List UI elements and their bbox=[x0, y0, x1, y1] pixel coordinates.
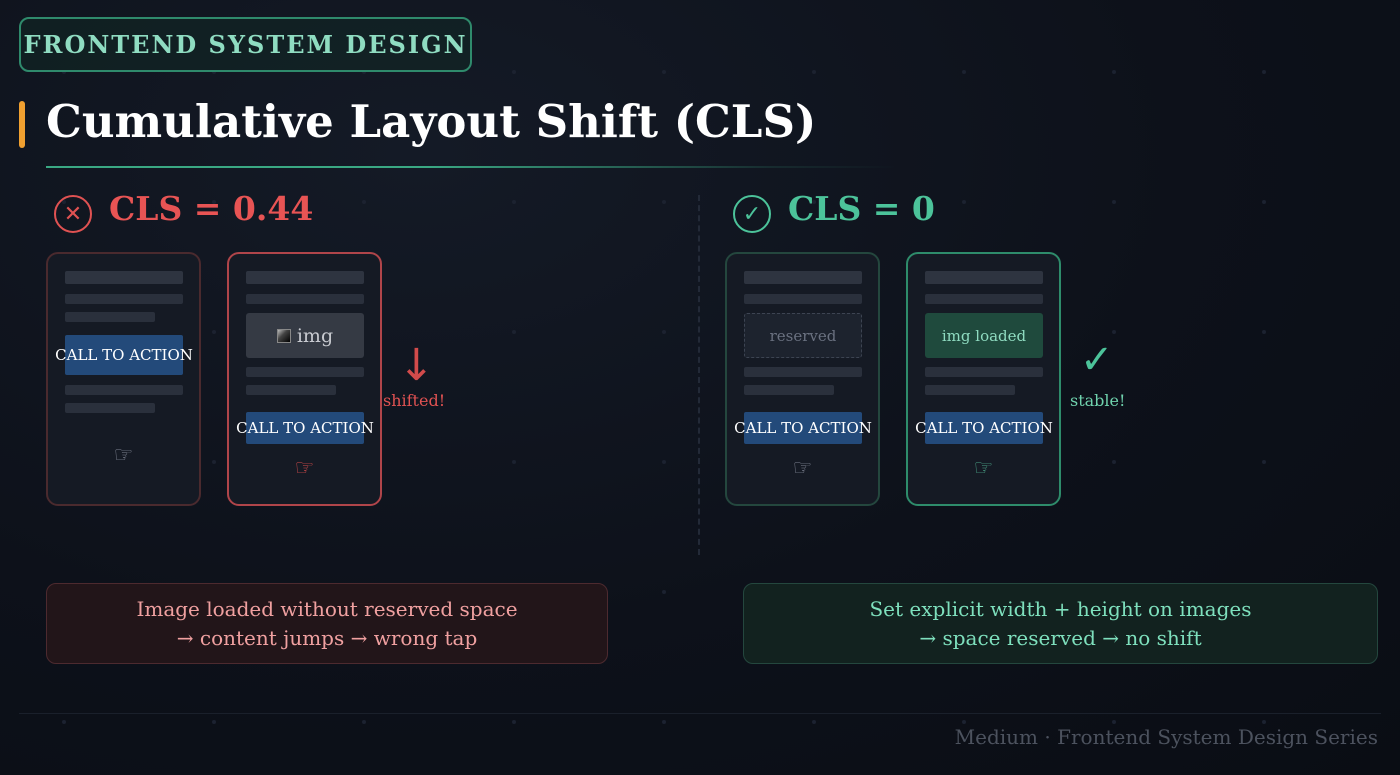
cta-label: CALL TO ACTION bbox=[734, 419, 872, 437]
title-underline bbox=[46, 166, 896, 168]
skeleton-line bbox=[246, 385, 336, 395]
background-dot bbox=[1262, 70, 1266, 74]
phone-reserved-space: reserved CALL TO ACTION ☞ bbox=[725, 252, 880, 506]
background-dot bbox=[1262, 330, 1266, 334]
loaded-label: img loaded bbox=[941, 326, 1027, 345]
bad-cls-heading: CLS = 0.44 bbox=[109, 189, 314, 228]
cta-label: CALL TO ACTION bbox=[236, 419, 374, 437]
background-dot bbox=[362, 720, 366, 724]
bad-summary-box: Image loaded without reserved space → co… bbox=[46, 583, 608, 664]
arrow-down-icon: ↓ bbox=[398, 340, 435, 391]
phone-image-loaded: img loaded CALL TO ACTION ☞ bbox=[906, 252, 1061, 506]
image-label: img bbox=[296, 324, 334, 347]
good-summary-box: Set explicit width + height on images → … bbox=[743, 583, 1378, 664]
skeleton-line bbox=[65, 385, 183, 395]
background-dot bbox=[662, 200, 666, 204]
background-dot bbox=[662, 70, 666, 74]
skeleton-line bbox=[925, 385, 1015, 395]
background-dot bbox=[962, 720, 966, 724]
series-tag: FRONTEND SYSTEM DESIGN bbox=[19, 17, 472, 72]
skeleton-line bbox=[65, 294, 183, 304]
skeleton-line bbox=[744, 294, 862, 304]
section-divider bbox=[698, 195, 700, 555]
check-icon: ✓ bbox=[1080, 337, 1114, 383]
background-dot bbox=[212, 460, 216, 464]
background-dot bbox=[1112, 460, 1116, 464]
stable-note: stable! bbox=[1070, 391, 1126, 410]
check-circle-icon: ✓ bbox=[733, 195, 771, 233]
cta-button[interactable]: CALL TO ACTION bbox=[55, 335, 193, 375]
background-dot bbox=[662, 330, 666, 334]
title-accent-bar bbox=[19, 101, 25, 148]
skeleton-line bbox=[925, 367, 1043, 377]
background-dot bbox=[1112, 70, 1116, 74]
skeleton-line bbox=[744, 385, 834, 395]
phone-after-load-shifted: img CALL TO ACTION ☞ bbox=[227, 252, 382, 506]
background-dot bbox=[512, 720, 516, 724]
background-dot bbox=[962, 200, 966, 204]
skeleton-heading bbox=[744, 271, 862, 284]
background-dot bbox=[212, 720, 216, 724]
pointing-hand-icon: ☞ bbox=[792, 456, 813, 481]
loaded-image-placeholder: img bbox=[246, 313, 364, 358]
reserved-image-slot: reserved bbox=[744, 313, 862, 358]
cta-label: CALL TO ACTION bbox=[55, 346, 193, 364]
background-dot bbox=[1262, 720, 1266, 724]
page-title: Cumulative Layout Shift (CLS) bbox=[46, 95, 817, 148]
background-dot bbox=[512, 330, 516, 334]
background-dot bbox=[662, 460, 666, 464]
series-tag-label: FRONTEND SYSTEM DESIGN bbox=[23, 30, 468, 59]
pointing-hand-icon: ☞ bbox=[294, 456, 315, 481]
background-dot bbox=[512, 70, 516, 74]
background-dot bbox=[1262, 200, 1266, 204]
background-dot bbox=[962, 70, 966, 74]
footer-credit: Medium · Frontend System Design Series bbox=[954, 725, 1378, 749]
background-dot bbox=[62, 720, 66, 724]
background-dot bbox=[512, 460, 516, 464]
reserved-label: reserved bbox=[769, 326, 837, 345]
skeleton-heading bbox=[246, 271, 364, 284]
loaded-image: img loaded bbox=[925, 313, 1043, 358]
background-dot bbox=[812, 720, 816, 724]
pointing-hand-icon: ☞ bbox=[113, 443, 134, 468]
background-dot bbox=[662, 590, 666, 594]
bad-summary-line: Image loaded without reserved space bbox=[136, 596, 518, 621]
footer-divider bbox=[19, 713, 1381, 714]
skeleton-heading bbox=[65, 271, 183, 284]
background-dot bbox=[1112, 720, 1116, 724]
good-cls-heading: CLS = 0 bbox=[788, 189, 935, 228]
skeleton-line bbox=[65, 403, 155, 413]
background-dot bbox=[662, 720, 666, 724]
cross-circle-icon: ✕ bbox=[54, 195, 92, 233]
cta-button[interactable]: CALL TO ACTION bbox=[915, 412, 1053, 444]
phone-before-load: CALL TO ACTION ☞ bbox=[46, 252, 201, 506]
background-dot bbox=[812, 70, 816, 74]
shifted-note: shifted! bbox=[383, 391, 446, 410]
cta-label: CALL TO ACTION bbox=[915, 419, 1053, 437]
background-dot bbox=[512, 200, 516, 204]
skeleton-line bbox=[246, 367, 364, 377]
background-dot bbox=[212, 330, 216, 334]
background-dot bbox=[1262, 460, 1266, 464]
good-summary-line: → space reserved → no shift bbox=[919, 625, 1202, 650]
image-icon bbox=[276, 328, 291, 343]
background-dot bbox=[362, 200, 366, 204]
bad-summary-line: → content jumps → wrong tap bbox=[176, 625, 478, 650]
background-dot bbox=[1112, 200, 1116, 204]
skeleton-heading bbox=[925, 271, 1043, 284]
cta-button[interactable]: CALL TO ACTION bbox=[734, 412, 872, 444]
skeleton-line bbox=[246, 294, 364, 304]
background-dot bbox=[1112, 330, 1116, 334]
cta-button[interactable]: CALL TO ACTION bbox=[236, 412, 374, 444]
skeleton-line bbox=[925, 294, 1043, 304]
good-summary-line: Set explicit width + height on images bbox=[869, 596, 1252, 621]
skeleton-line bbox=[65, 312, 155, 322]
pointing-hand-icon: ☞ bbox=[973, 456, 994, 481]
skeleton-line bbox=[744, 367, 862, 377]
